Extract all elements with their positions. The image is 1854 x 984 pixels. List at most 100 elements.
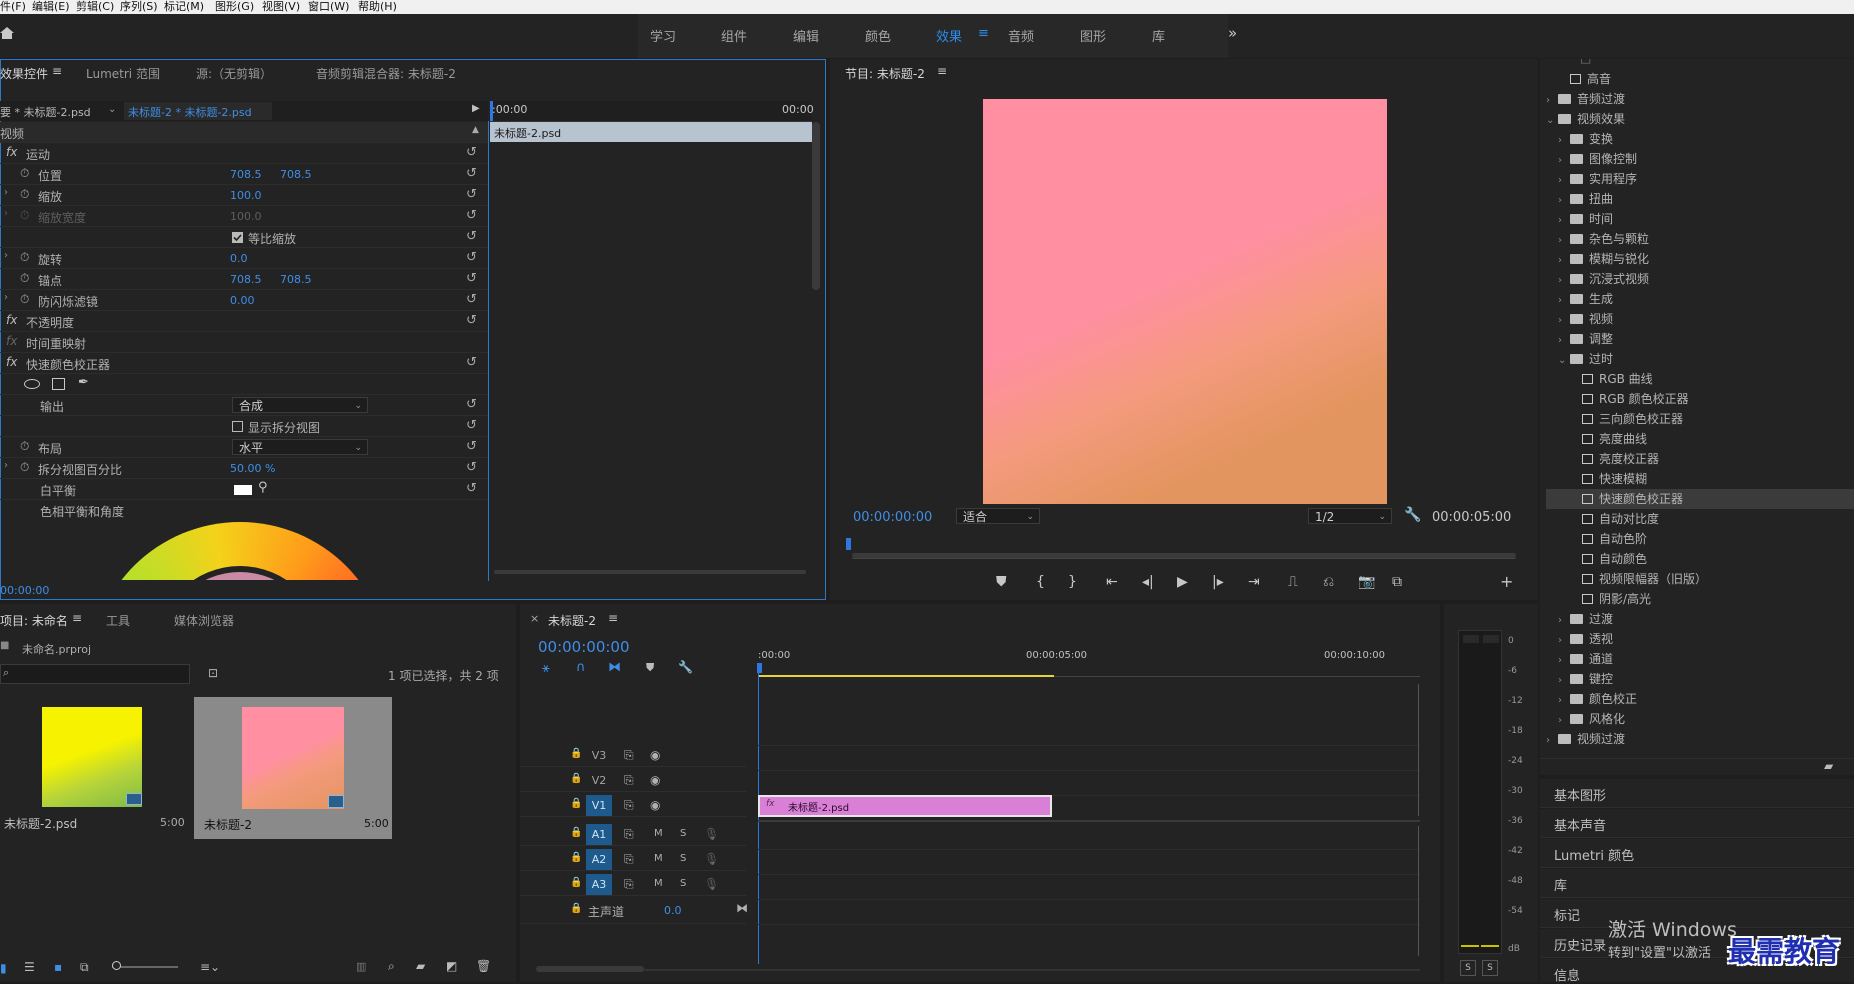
list-view-icon[interactable]: ☰ [24, 960, 35, 974]
reset-icon[interactable]: ↺ [466, 208, 477, 223]
chevron-right-icon[interactable]: › [1546, 731, 1558, 751]
track-target-a2[interactable]: A2 [586, 849, 612, 870]
tab-lumetri-scopes[interactable]: Lumetri 范围 [86, 65, 160, 82]
chevron-right-icon[interactable]: › [1558, 151, 1570, 171]
eye-icon[interactable]: ◉ [650, 748, 660, 762]
tab-assembly[interactable]: 组件 [721, 26, 747, 45]
tab-project[interactable]: 项目: 未命名 [0, 612, 68, 629]
chevron-right-icon[interactable]: › [1558, 631, 1570, 651]
go-to-in-icon[interactable]: ⇤ [1106, 574, 1118, 590]
add-marker-icon[interactable]: ⛊ [646, 661, 654, 675]
menu-help[interactable]: 帮助(H) [358, 0, 397, 13]
chevron-right-icon[interactable]: › [1558, 211, 1570, 231]
ec-timecode[interactable]: 00:00:00 [0, 584, 49, 597]
play-triangle-icon[interactable]: ▶ [472, 103, 480, 114]
panel-menu-icon[interactable]: ≡ [52, 64, 62, 78]
project-item-sequence[interactable]: 未标题-2 5:00 [194, 697, 392, 839]
panel-essential-graphics[interactable]: 基本图形 [1540, 779, 1854, 808]
add-button-icon[interactable]: + [1500, 572, 1513, 591]
export-frame-icon[interactable]: 📷 [1358, 574, 1375, 590]
eye-icon[interactable]: ◉ [650, 798, 660, 812]
fit-dropdown[interactable]: 适合 ⌄ [956, 508, 1040, 524]
new-custom-bin-icon[interactable]: ▰ [1824, 759, 1833, 773]
track-target-v3[interactable]: V3 [586, 745, 612, 766]
pen-mask-icon[interactable]: ✒ [78, 375, 89, 390]
chevron-right-icon[interactable]: › [1558, 331, 1570, 351]
ec-horizontal-scrollbar[interactable] [494, 570, 806, 574]
anchor-x-value[interactable]: 708.5 [230, 273, 262, 286]
tab-color[interactable]: 颜色 [865, 26, 891, 45]
stopwatch-icon[interactable]: ⏱ [20, 439, 29, 454]
mark-in-icon[interactable]: { [1036, 574, 1045, 590]
reset-icon[interactable]: ↺ [466, 271, 477, 286]
more-workspaces-icon[interactable]: » [1228, 24, 1237, 42]
reset-icon[interactable]: ↺ [466, 250, 477, 265]
split-percent-value[interactable]: 50.00 % [230, 462, 275, 475]
reset-icon[interactable]: ↺ [466, 313, 477, 328]
automate-icon[interactable]: ▥ [356, 960, 366, 973]
chevron-right-icon[interactable]: › [1558, 131, 1570, 151]
stopwatch-icon[interactable]: ⏱ [20, 187, 29, 202]
effects-tree-item[interactable]: › 风格化 [1546, 709, 1854, 729]
rotation-value[interactable]: 0.0 [230, 252, 248, 265]
tab-learn[interactable]: 学习 [650, 26, 676, 45]
tab-source[interactable]: 源:（无剪辑） [196, 65, 272, 82]
effects-tree-item[interactable]: › 视频过渡 [1546, 729, 1854, 749]
chevron-down-icon[interactable]: ⌄ [1558, 351, 1570, 371]
effects-tree-item[interactable]: › 通道 [1546, 649, 1854, 669]
chevron-right-icon[interactable]: › [1558, 611, 1570, 631]
chevron-right-icon[interactable]: › [1558, 271, 1570, 291]
track-target-a1[interactable]: A1 [586, 824, 612, 845]
chevron-right-icon[interactable]: › [1546, 91, 1558, 111]
mute-button[interactable]: M [654, 853, 663, 864]
stopwatch-icon[interactable]: ⏱ [20, 250, 29, 265]
track-lock-icon[interactable]: 🔒 [570, 798, 582, 809]
effects-tree-item[interactable]: › 颜色校正 [1546, 689, 1854, 709]
chevron-right-icon[interactable]: › [1558, 691, 1570, 711]
menu-clip[interactable]: 剪辑(C) [76, 0, 114, 13]
sync-lock-icon[interactable]: ⎘ [624, 827, 634, 842]
effects-tree-item[interactable]: 快速模糊 [1546, 469, 1854, 489]
panel-menu-icon[interactable]: ≡ [937, 64, 947, 78]
microphone-icon[interactable]: 🎙 [704, 877, 719, 891]
track-lock-icon[interactable]: 🔒 [570, 852, 582, 863]
effects-tree-item[interactable]: 阴影/高光 [1546, 589, 1854, 609]
effects-tree-item[interactable]: › 杂色与颗粒 [1546, 229, 1854, 249]
white-balance-swatch[interactable] [234, 485, 252, 495]
menu-window[interactable]: 窗口(W) [308, 0, 349, 13]
comparison-view-icon[interactable]: ⧉ [1392, 574, 1402, 590]
effects-tree-item[interactable]: 视频限幅器（旧版） [1546, 569, 1854, 589]
panel-menu-icon[interactable]: ≡ [608, 611, 618, 625]
effects-tree-item[interactable]: 自动对比度 [1546, 509, 1854, 529]
chevron-down-icon[interactable]: ⌄ [1546, 111, 1558, 131]
find-icon[interactable]: ⌕ [388, 959, 395, 974]
close-icon[interactable]: × [530, 612, 539, 625]
track-lock-icon[interactable]: 🔒 [570, 748, 582, 759]
chevron-right-icon[interactable]: › [1558, 711, 1570, 731]
linked-selection-icon[interactable]: ⧓ [608, 660, 621, 675]
effects-tree-item[interactable]: › 透视 [1546, 629, 1854, 649]
tab-audio[interactable]: 音频 [1008, 26, 1034, 45]
expand-chevron-icon[interactable]: › [4, 460, 8, 471]
lift-icon[interactable]: ⎍ [1288, 574, 1298, 590]
fx-icon[interactable]: fx [6, 313, 17, 327]
tab-media-browser[interactable]: 媒体浏览器 [174, 612, 234, 629]
freeform-view-icon[interactable]: ⧉ [80, 960, 89, 975]
uniform-scale-checkbox[interactable] [232, 232, 243, 243]
fx-icon[interactable]: fx [6, 145, 17, 159]
tab-effect-controls[interactable]: 效果控件 [0, 65, 48, 82]
zoom-slider-handle[interactable] [112, 961, 121, 970]
track-lock-icon[interactable]: 🔒 [570, 827, 582, 838]
expand-chevron-icon[interactable]: › [4, 187, 8, 198]
ec-clip-bar[interactable]: 未标题-2.psd [490, 122, 812, 142]
timeline-audio-scrollbar[interactable] [1418, 826, 1427, 956]
effects-tree-item[interactable]: 高音 [1546, 69, 1854, 89]
mark-out-icon[interactable]: } [1068, 574, 1077, 590]
meter-solo-right-button[interactable]: S [1482, 960, 1498, 976]
program-playhead[interactable] [846, 538, 851, 550]
tab-graphics[interactable]: 图形 [1080, 26, 1106, 45]
eyedropper-icon[interactable]: ⚲ [258, 480, 268, 495]
program-preview-image[interactable] [983, 99, 1387, 504]
effects-tree-item[interactable]: › 图像控制 [1546, 149, 1854, 169]
new-bin-icon[interactable]: ▰ [416, 959, 425, 973]
